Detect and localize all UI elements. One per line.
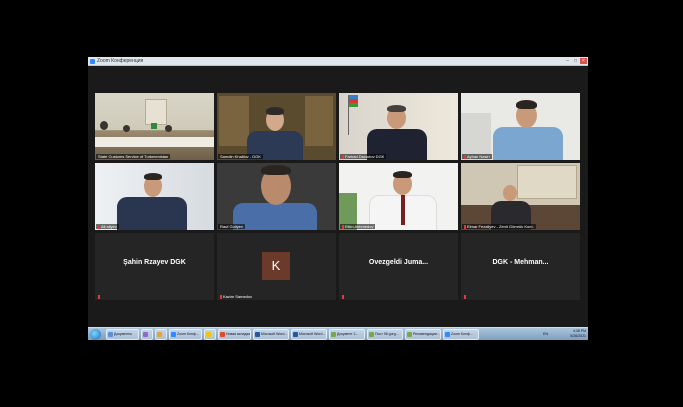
app-icon [157,332,162,337]
participant-name: State Customs Service of Turkmenistan [96,154,171,159]
participant-display-name: Ovezgeldi Juma... [368,259,429,266]
close-icon[interactable]: × [580,58,587,64]
minimize-icon[interactable]: – [564,58,571,64]
app-icon [171,332,176,337]
mic-muted-icon [98,225,100,229]
system-tray: EN 4:38 PM 5/26/2021 [543,329,586,340]
participant-name: Ali aliyev [96,224,119,229]
participant-display-name: DGK - Mehman... [492,259,549,266]
taskbar-item-label: Zoom Конф... [177,332,199,336]
participant-name: Rauf Guliyev [218,224,245,229]
mic-muted-icon [464,225,466,229]
app-icon [331,332,336,337]
participant-name: Ayhan Nasiri [462,154,492,159]
video-feed [217,93,336,160]
taskbar-item-label: Новая вкладка [226,332,251,336]
desktop: Zoom Конференция – □ × State Customs Ser… [0,0,683,407]
tile-ovezgeldi-juma[interactable]: Ovezgeldi Juma... [339,233,458,300]
participant-name: Farhad Davudov DGK [340,154,387,159]
participant-name: Elmar Fezaliyev - Zenit Gömrük Kom. [462,224,536,229]
taskbar-item[interactable]: Рекомендации... [405,329,441,340]
taskbar-item[interactable]: Microsoft Word... [291,329,327,340]
mic-muted-icon [342,225,344,229]
mic-muted-icon [464,155,466,159]
taskbar-item-label: Microsoft Word... [299,332,326,336]
tile-dgk-mehman[interactable]: DGK - Mehman... [461,233,580,300]
app-icon [369,332,374,337]
participant-name [96,294,103,299]
taskbar-item-label: Рекомендации... [413,332,440,336]
taskbar-item-label: Документы [114,332,133,336]
app-icon [407,332,412,337]
video-tile-ayhan-nasiri[interactable]: Ayhan Nasiri [461,93,580,160]
taskbar-item[interactable]: Документ 2... [329,329,365,340]
video-tile-turkmen-customs[interactable]: State Customs Service of Turkmenistan [95,93,214,160]
taskbar-item[interactable]: Документы [106,329,139,340]
taskbar-item[interactable] [141,329,153,340]
video-tile-ali-aliyev[interactable]: Ali aliyev [95,163,214,230]
language-indicator[interactable]: EN [543,332,548,337]
window-title: Zoom Конференция [97,58,144,64]
participant-name [462,294,469,299]
taskbar-item-label: Документ 2... [337,332,359,336]
app-icon [143,332,148,337]
app-icon [108,332,113,337]
app-icon [255,332,260,337]
mic-muted-icon [220,295,222,299]
taskbar-item[interactable]: Zoom Конф... [169,329,202,340]
video-tile-elmar-fezaliyev[interactable]: Elmar Fezaliyev - Zenit Gömrük Kom. [461,163,580,230]
tile-kazim-samedov[interactable]: K Kazim Samedov [217,233,336,300]
video-feed [95,93,214,160]
participant-name: Samdin Khalilov - DGK [218,154,263,159]
tile-sahin-rzayev[interactable]: Şahin Rzayev DGK [95,233,214,300]
video-feed [339,93,458,160]
app-icon [220,332,225,337]
video-tile-elkin-akhmedov[interactable]: Elkin Akhmedov [339,163,458,230]
video-tile-farhad-davudov[interactable]: Farhad Davudov DGK [339,93,458,160]
mic-muted-icon [464,295,466,299]
video-feed [461,93,580,160]
windows-taskbar: Документы Zoom Конф... Новая вкладка Micros… [88,327,588,340]
participant-name: Kazim Samedov [218,294,254,299]
taskbar-item[interactable]: Пост 98 gorg... [367,329,403,340]
taskbar-item-label: Пост 98 gorg... [375,332,399,336]
app-icon [445,332,450,337]
window-titlebar[interactable]: Zoom Конференция – □ × [88,57,588,66]
taskbar-item-label: Microsoft Word... [261,332,288,336]
start-button-icon[interactable] [90,329,101,340]
taskbar-item[interactable]: Microsoft Word... [253,329,289,340]
clock-date[interactable]: 5/26/2021 [570,334,586,339]
video-tile-samdin-khalilov[interactable]: Samdin Khalilov - DGK [217,93,336,160]
participant-display-name: Şahin Rzayev DGK [123,259,186,266]
participant-name [340,294,347,299]
mic-muted-icon [342,155,344,159]
app-icon [206,332,211,337]
video-feed [217,163,336,230]
video-feed [339,163,458,230]
video-feed [95,163,214,230]
taskbar-item[interactable] [155,329,167,340]
app-icon [293,332,298,337]
taskbar-item[interactable]: Новая вкладка [218,329,251,340]
maximize-icon[interactable]: □ [572,58,579,64]
zoom-app-icon [90,59,95,64]
taskbar-item-label: Zoom Конф... [451,332,473,336]
participant-name: Elkin Akhmedov [340,224,376,229]
mic-muted-icon [342,295,344,299]
avatar: K [262,252,290,280]
taskbar-item[interactable]: Zoom Конф... [443,329,479,340]
video-tile-rauf-guliyev[interactable]: Rauf Guliyev [217,163,336,230]
zoom-meeting-window: Zoom Конференция – □ × State Customs Ser… [88,57,588,327]
video-feed [461,163,580,230]
taskbar-item[interactable] [204,329,216,340]
mic-muted-icon [98,295,100,299]
